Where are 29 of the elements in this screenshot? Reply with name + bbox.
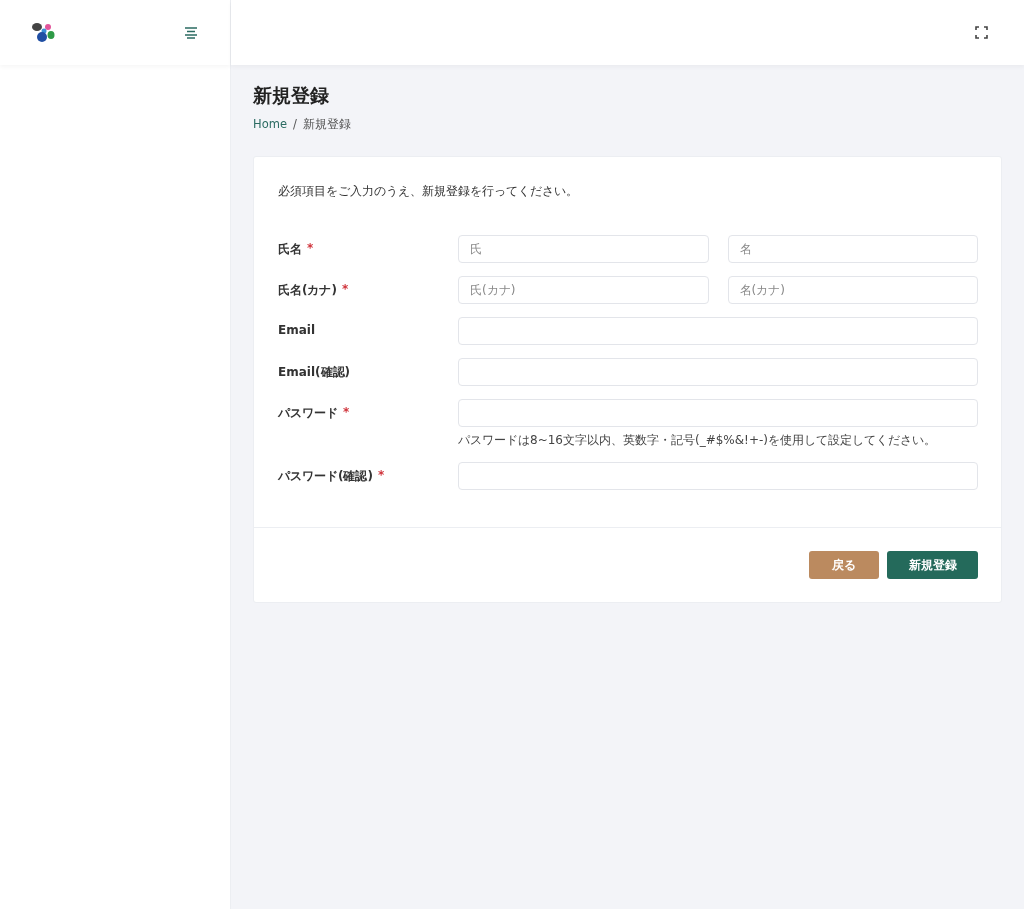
- input-field[interactable]: 名: [727, 235, 978, 263]
- menu-icon[interactable]: [184, 26, 198, 39]
- required-mark: *: [343, 405, 350, 421]
- required-mark: *: [307, 241, 314, 257]
- intro-text: 必須項目をご入力のうえ、新規登録を行ってください。: [278, 183, 579, 200]
- input-field[interactable]: 氏(カナ): [458, 276, 709, 304]
- input-field[interactable]: [458, 399, 978, 427]
- field-label: パスワード: [278, 405, 338, 422]
- breadcrumb-current: 新規登録: [302, 117, 351, 132]
- input-field[interactable]: 名(カナ): [727, 276, 978, 304]
- input-field[interactable]: 氏: [458, 235, 709, 263]
- input-field[interactable]: [458, 462, 978, 490]
- logo-icon: [32, 21, 56, 44]
- input-field[interactable]: [458, 358, 978, 386]
- breadcrumb-separator: /: [292, 117, 297, 132]
- field-label: Email(確認): [278, 364, 350, 381]
- input-field[interactable]: [458, 317, 978, 345]
- field-label: Email: [278, 323, 316, 337]
- fullscreen-icon[interactable]: [975, 26, 988, 39]
- register-button[interactable]: 新規登録: [887, 551, 978, 579]
- breadcrumb-link[interactable]: Home: [253, 117, 287, 132]
- required-mark: *: [341, 282, 349, 298]
- field-label: パスワード(確認): [278, 468, 373, 485]
- required-mark: *: [377, 468, 385, 484]
- page-title: 新規登録: [253, 83, 330, 108]
- field-label: 氏名: [278, 241, 302, 258]
- hint-text: パスワードは8~16文字以内、英数字・記号(_#$%&!+-)を使用して設定してください。: [458, 432, 937, 449]
- back-button[interactable]: 戻る: [809, 551, 879, 579]
- field-label: 氏名(カナ): [278, 282, 337, 299]
